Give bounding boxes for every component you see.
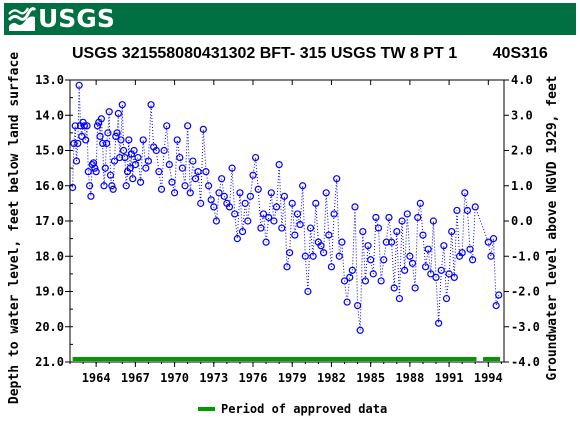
- y2-tick-label: -3.0: [511, 320, 540, 334]
- y-tick-label: 15.0: [35, 144, 64, 158]
- y-tick-label: 14.0: [35, 108, 64, 122]
- y2-tick-label: 4.0: [511, 73, 533, 87]
- data-point: [278, 224, 286, 232]
- x-tick-label: 1982: [317, 371, 346, 385]
- data-point: [87, 192, 95, 200]
- legend: Period of approved data: [198, 402, 387, 416]
- series-line: [72, 85, 500, 331]
- y2-tick-label: 0.0: [511, 214, 533, 228]
- y2-axis-ticks: 4.0 3.0 2.0 1.0 0.0 -1.0 -2.0 -3.0 -4.0: [504, 73, 540, 369]
- data-point: [408, 259, 417, 267]
- data-point: [114, 109, 122, 118]
- data-point: [403, 210, 411, 218]
- data-point: [346, 273, 354, 281]
- y-tick-label: 17.0: [35, 214, 64, 228]
- data-point: [359, 227, 367, 236]
- y2-tick-label: -1.0: [511, 249, 540, 263]
- data-point: [144, 157, 153, 165]
- x-axis-ticks: 1964 1967 1970 1973 1976 1979 1982 1985 1988 1991…: [69, 80, 503, 385]
- chart-title: USGS 321558080431302 BFT- 315 USGS TW 8 …: [72, 45, 548, 62]
- y-tick-label: 20.0: [35, 320, 64, 334]
- data-point: [207, 196, 215, 204]
- data-point: [395, 294, 404, 303]
- data-point: [348, 266, 356, 274]
- y-tick-label: 16.0: [35, 179, 64, 193]
- y2-tick-label: 2.0: [511, 144, 533, 158]
- x-tick-label: 1976: [239, 371, 268, 385]
- x-tick-label: 1979: [278, 371, 307, 385]
- y2-tick-label: 3.0: [511, 108, 533, 122]
- data-point: [136, 178, 145, 186]
- data-point: [330, 210, 338, 218]
- data-point: [103, 139, 111, 148]
- water-level-chart: USGS 321558080431302 BFT- 315 USGS TW 8 …: [7, 45, 560, 416]
- y2-tick-label: -4.0: [511, 355, 540, 369]
- x-tick-label: 1991: [435, 371, 464, 385]
- data-point: [442, 294, 451, 303]
- x-tick-label: 1994: [474, 371, 503, 385]
- legend-label: Period of approved data: [221, 402, 387, 416]
- y-tick-label: 18.0: [35, 249, 64, 263]
- x-tick-label: 1970: [160, 371, 189, 385]
- y2-tick-label: -2.0: [511, 285, 540, 299]
- series-polyline: [72, 85, 500, 331]
- data-point: [75, 81, 83, 89]
- x-tick-label: 1964: [82, 371, 111, 385]
- x-tick-label: 1967: [121, 371, 150, 385]
- y-tick-label: 13.0: [35, 73, 64, 87]
- x-tick-label: 1988: [395, 371, 424, 385]
- series-points: [69, 81, 503, 334]
- y2-tick-label: 1.0: [511, 179, 533, 193]
- y-tick-label: 21.0: [35, 355, 64, 369]
- y-axis-label: Depth to water level, feet below land su…: [7, 52, 22, 404]
- data-point: [495, 291, 503, 299]
- data-point: [176, 153, 184, 162]
- x-tick-label: 1985: [356, 371, 385, 385]
- x-tick-label: 1973: [199, 371, 228, 385]
- y-axis-ticks: 13.0 14.0 15.0 16.0 17.0 18.0 19.0 20.0 21.0: [35, 73, 73, 369]
- y-tick-label: 19.0: [35, 285, 64, 299]
- y2-axis-label: Groundwater level above NGVD 1929, feet: [545, 75, 560, 380]
